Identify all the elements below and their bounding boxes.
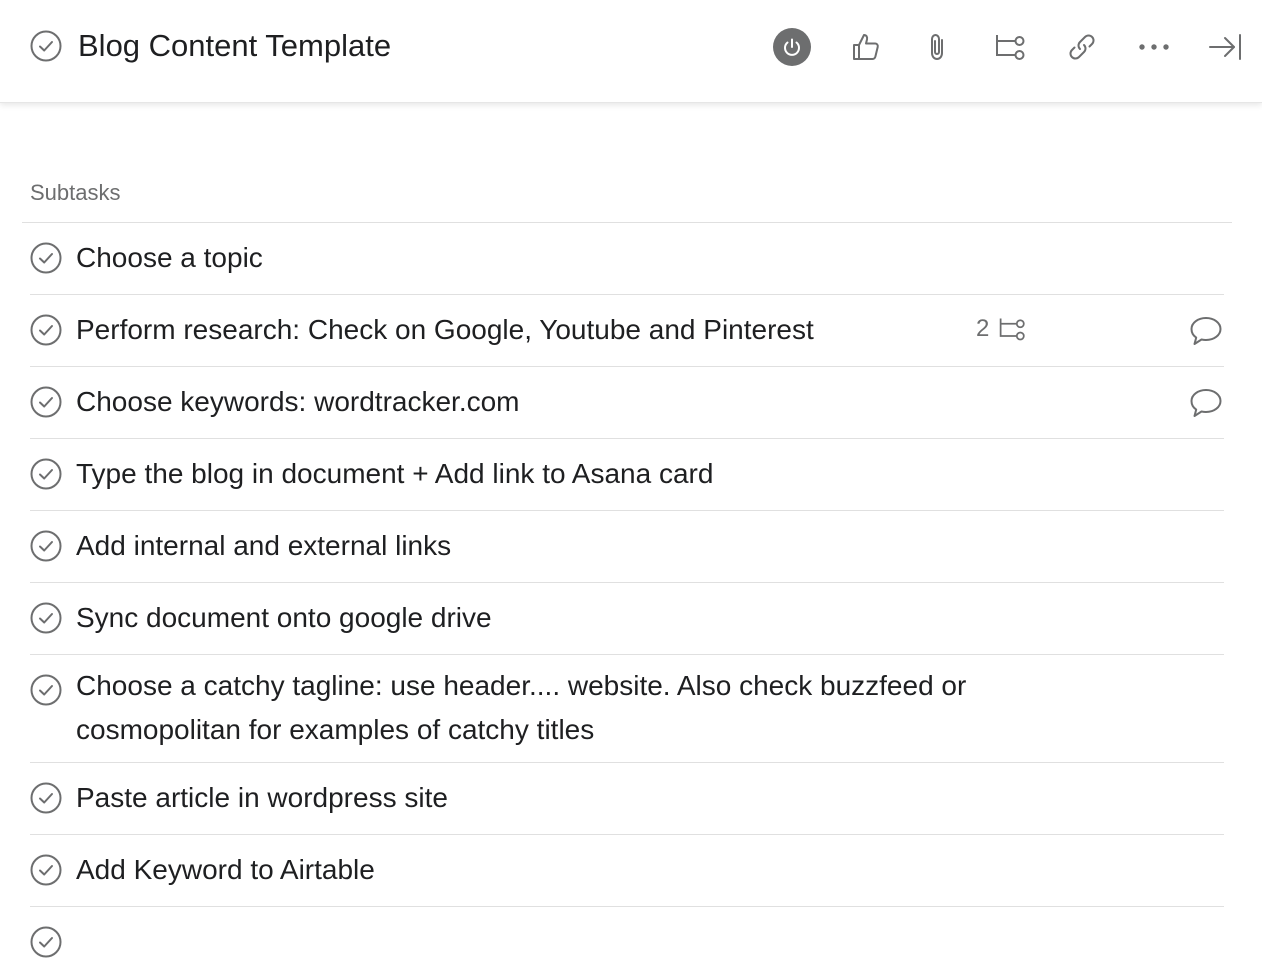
task-title[interactable]: Blog Content Template bbox=[78, 24, 391, 68]
subtask-row[interactable]: Perform research: Check on Google, Youtu… bbox=[30, 295, 1224, 367]
like-button[interactable] bbox=[847, 28, 885, 66]
close-details-button[interactable] bbox=[1206, 28, 1244, 66]
power-icon bbox=[784, 38, 800, 56]
paperclip-icon bbox=[931, 33, 943, 61]
check-circle-icon[interactable] bbox=[30, 386, 62, 418]
more-actions-button[interactable] bbox=[1135, 28, 1173, 66]
check-circle-icon[interactable] bbox=[30, 458, 62, 490]
subtask-icon bbox=[996, 35, 1025, 60]
check-circle-icon[interactable] bbox=[30, 782, 62, 814]
subtask-row[interactable]: Type the blog in document + Add link to … bbox=[30, 439, 1224, 511]
subtask-name[interactable]: Choose keywords: wordtracker.com bbox=[76, 380, 1036, 424]
subtask-row[interactable]: Add Keyword to Airtable bbox=[30, 835, 1224, 907]
subtask-row-partial[interactable] bbox=[30, 907, 1224, 979]
subtasks-heading: Subtasks bbox=[30, 180, 121, 205]
comment-icon[interactable] bbox=[1188, 313, 1224, 349]
add-subtask-button[interactable] bbox=[991, 28, 1029, 66]
subtask-name[interactable]: Add Keyword to Airtable bbox=[76, 848, 1036, 892]
subtask-list: Choose a topic Perform research: Check o… bbox=[30, 223, 1224, 979]
copy-link-button[interactable] bbox=[1063, 28, 1101, 66]
subtask-name[interactable]: Type the blog in document + Add link to … bbox=[76, 452, 1036, 496]
subtask-row[interactable]: Choose a catchy tagline: use header.... … bbox=[30, 655, 1224, 763]
comment-icon[interactable] bbox=[1188, 385, 1224, 421]
check-circle-icon[interactable] bbox=[30, 530, 62, 562]
check-circle-icon[interactable] bbox=[30, 602, 62, 634]
check-circle-icon[interactable] bbox=[30, 314, 62, 346]
subtask-row[interactable]: Paste article in wordpress site bbox=[30, 763, 1224, 835]
subtask-icon bbox=[1000, 318, 1026, 341]
subtask-name[interactable]: Add internal and external links bbox=[76, 524, 1036, 568]
subtask-count-badge[interactable]: 2 bbox=[976, 315, 1027, 343]
subtask-row[interactable]: Choose a topic bbox=[30, 223, 1224, 295]
subtask-name[interactable]: Choose a catchy tagline: use header.... … bbox=[76, 664, 1036, 752]
subtask-name[interactable]: Paste article in wordpress site bbox=[76, 776, 1036, 820]
task-header: Blog Content Template bbox=[0, 0, 1262, 103]
subtask-row[interactable]: Add internal and external links bbox=[30, 511, 1224, 583]
mark-complete-icon[interactable] bbox=[30, 30, 62, 62]
power-button[interactable] bbox=[773, 28, 811, 66]
subtask-name[interactable]: Perform research: Check on Google, Youtu… bbox=[76, 308, 1036, 352]
thumbs-up-icon bbox=[853, 34, 879, 60]
check-circle-icon[interactable] bbox=[30, 674, 62, 706]
subtask-name[interactable]: Sync document onto google drive bbox=[76, 596, 1036, 640]
subtask-row[interactable]: Sync document onto google drive bbox=[30, 583, 1224, 655]
more-icon bbox=[1139, 44, 1169, 50]
subtask-count: 2 bbox=[976, 315, 990, 342]
check-circle-icon[interactable] bbox=[30, 854, 62, 886]
link-icon bbox=[1069, 34, 1095, 60]
subtask-name[interactable]: Choose a topic bbox=[76, 236, 1036, 280]
close-panel-icon bbox=[1209, 34, 1241, 60]
check-circle-icon[interactable] bbox=[30, 926, 62, 958]
attach-button[interactable] bbox=[919, 28, 957, 66]
subtask-row[interactable]: Choose keywords: wordtracker.com bbox=[30, 367, 1224, 439]
check-circle-icon[interactable] bbox=[30, 242, 62, 274]
